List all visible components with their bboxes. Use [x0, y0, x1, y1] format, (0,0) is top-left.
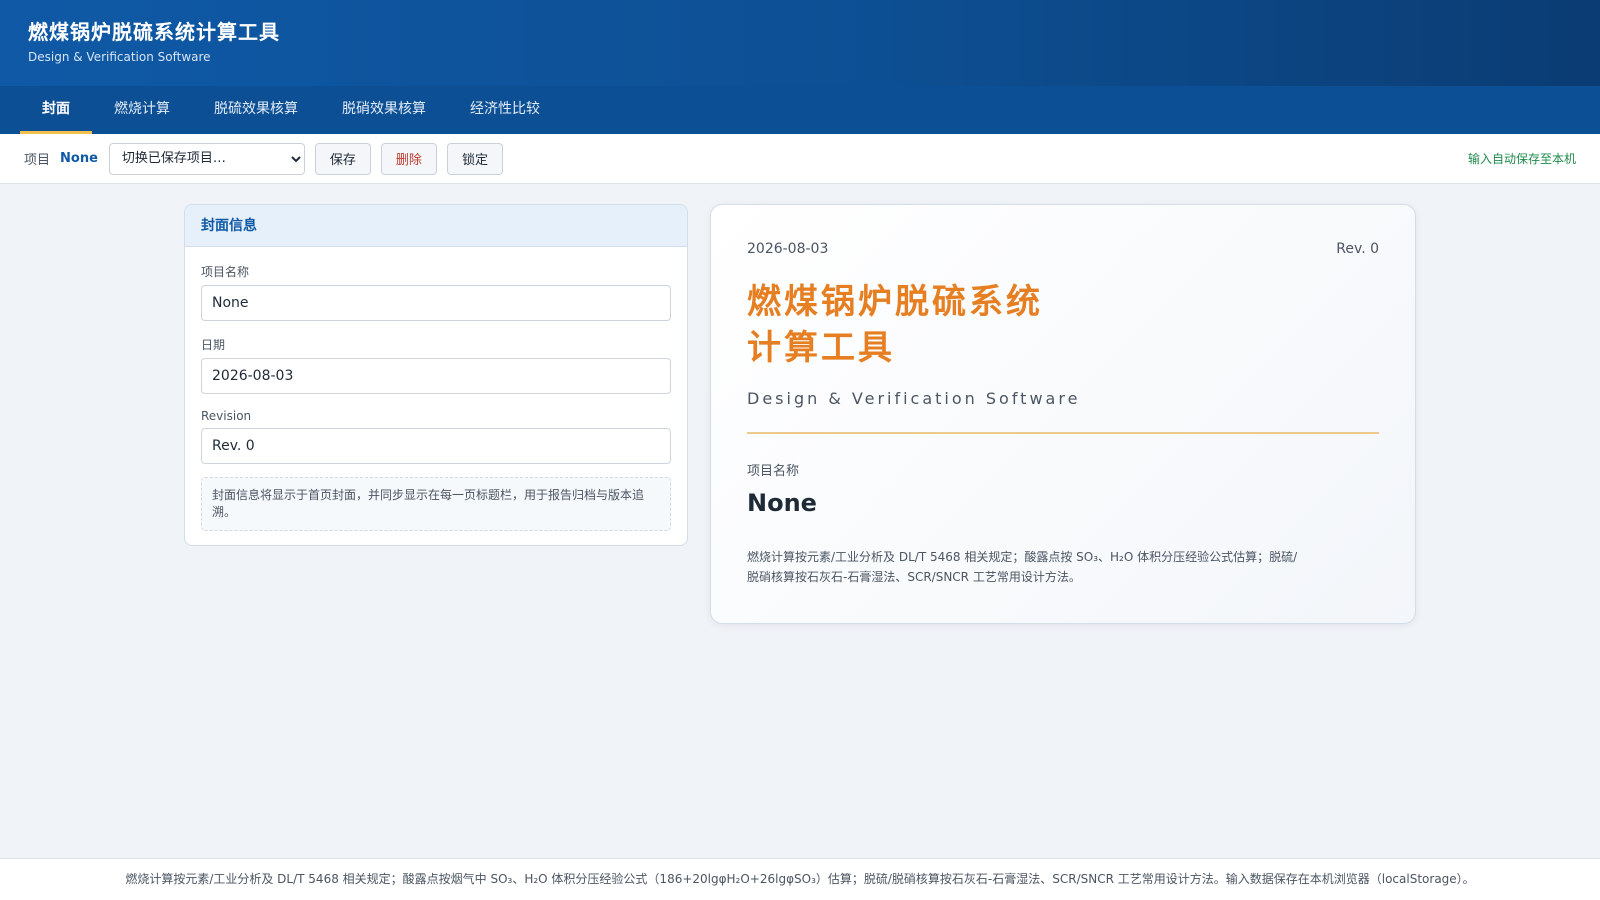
main-nav: 封面 燃烧计算 脱硫效果核算 脱硝效果核算 经济性比较 [0, 86, 1600, 134]
tab-desulfurization[interactable]: 脱硫效果核算 [192, 86, 320, 134]
project-switch-select[interactable]: 切换已保存项目… [108, 142, 305, 175]
app-header: 燃煤锅炉脱硫系统计算工具 Design & Verification Softw… [0, 0, 1600, 86]
revision-input[interactable] [201, 428, 671, 464]
tab-combustion[interactable]: 燃烧计算 [92, 86, 192, 134]
main-content: 封面信息 项目名称 日期 Revision 封面信息将显示于首页封面，并同步显示… [0, 184, 1600, 624]
tab-cover[interactable]: 封面 [20, 86, 92, 134]
lock-button[interactable]: 锁定 [446, 142, 503, 175]
app-title: 燃煤锅炉脱硫系统计算工具 [28, 20, 280, 44]
tab-denitrification[interactable]: 脱硝效果核算 [320, 86, 448, 134]
cover-description: 燃烧计算按元素/工业分析及 DL/T 5468 相关规定；酸露点按 SO₃、H₂… [747, 550, 1298, 584]
cover-preview: 2026-08-03 Rev. 0 燃煤锅炉脱硫系统计算工具 Design & … [710, 204, 1416, 624]
cover-info-card: 封面信息 项目名称 日期 Revision 封面信息将显示于首页封面，并同步显示… [184, 204, 688, 546]
delete-button[interactable]: 删除 [380, 142, 437, 175]
tab-economics[interactable]: 经济性比较 [448, 86, 562, 134]
cover-project-name: None [747, 489, 817, 517]
cover-title: 燃煤锅炉脱硫系统计算工具 [747, 282, 1043, 368]
cover-info-note: 封面信息将显示于首页封面，并同步显示在每一页标题栏，用于报告归档与版本追溯。 [201, 477, 671, 531]
app-subtitle: Design & Verification Software [28, 50, 211, 64]
cover-meta: 2026-08-03 Rev. 0 [747, 241, 1379, 257]
project-name-input[interactable] [201, 285, 671, 321]
cover-project-label: 项目名称 [747, 464, 800, 479]
cover-revision: Rev. 0 [1336, 241, 1379, 257]
cover-divider [747, 432, 1379, 434]
cover-info-body: 项目名称 日期 Revision 封面信息将显示于首页封面，并同步显示在每一页标… [185, 247, 687, 545]
current-project-name: None [60, 151, 98, 166]
project-toolbar: 项目 None 切换已保存项目… 保存 删除 锁定 输入自动保存至本机 [0, 134, 1600, 184]
project-label: 项目 [24, 153, 51, 168]
date-label: 日期 [201, 338, 226, 352]
cover-info-header: 封面信息 [185, 205, 687, 247]
save-button[interactable]: 保存 [314, 142, 371, 175]
project-name-label: 项目名称 [201, 265, 250, 279]
date-input[interactable] [201, 358, 671, 394]
cover-subtitle: Design & Verification Software [747, 389, 1081, 408]
revision-label: Revision [201, 409, 252, 423]
autosave-status: 输入自动保存至本机 [1467, 152, 1576, 166]
footer-note: 燃烧计算按元素/工业分析及 DL/T 5468 相关规定；酸露点按烟气中 SO₃… [0, 858, 1600, 900]
cover-date: 2026-08-03 [747, 241, 829, 257]
